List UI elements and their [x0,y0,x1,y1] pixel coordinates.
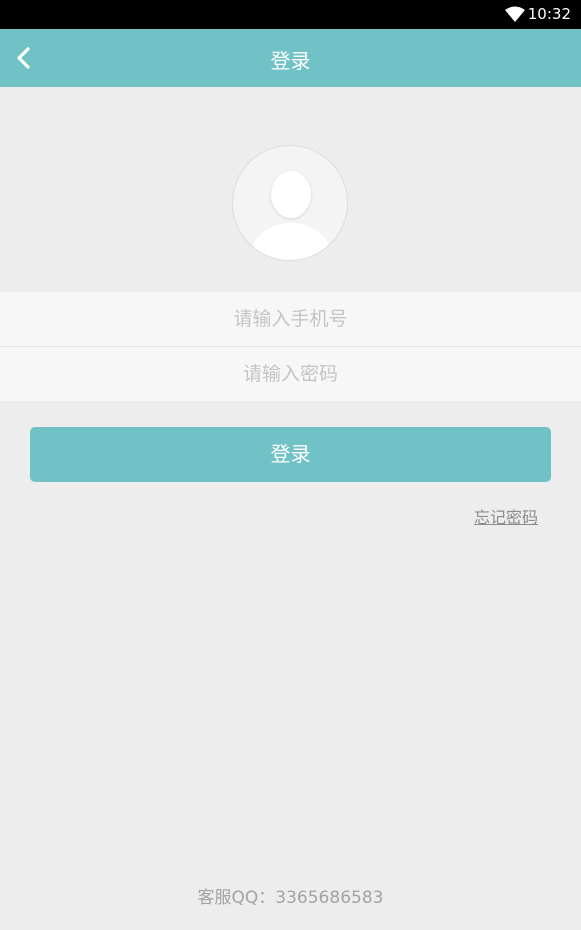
avatar-head [271,171,311,218]
user-avatar-icon [232,145,348,261]
password-input[interactable] [0,347,581,401]
customer-service-qq: 客服QQ：3365686583 [197,888,384,908]
login-button[interactable]: 登录 [30,427,551,482]
wifi-icon [505,6,525,22]
avatar-body [250,223,332,260]
page-title: 登录 [270,49,311,73]
forgot-password-link[interactable]: 忘记密码 [474,504,538,528]
header-bar: 登录 [0,29,581,87]
password-field-row [0,347,581,401]
phone-input[interactable] [0,292,581,346]
status-bar: 10:32 [0,0,581,29]
phone-field-row [0,292,581,346]
status-time: 10:32 [527,5,571,23]
